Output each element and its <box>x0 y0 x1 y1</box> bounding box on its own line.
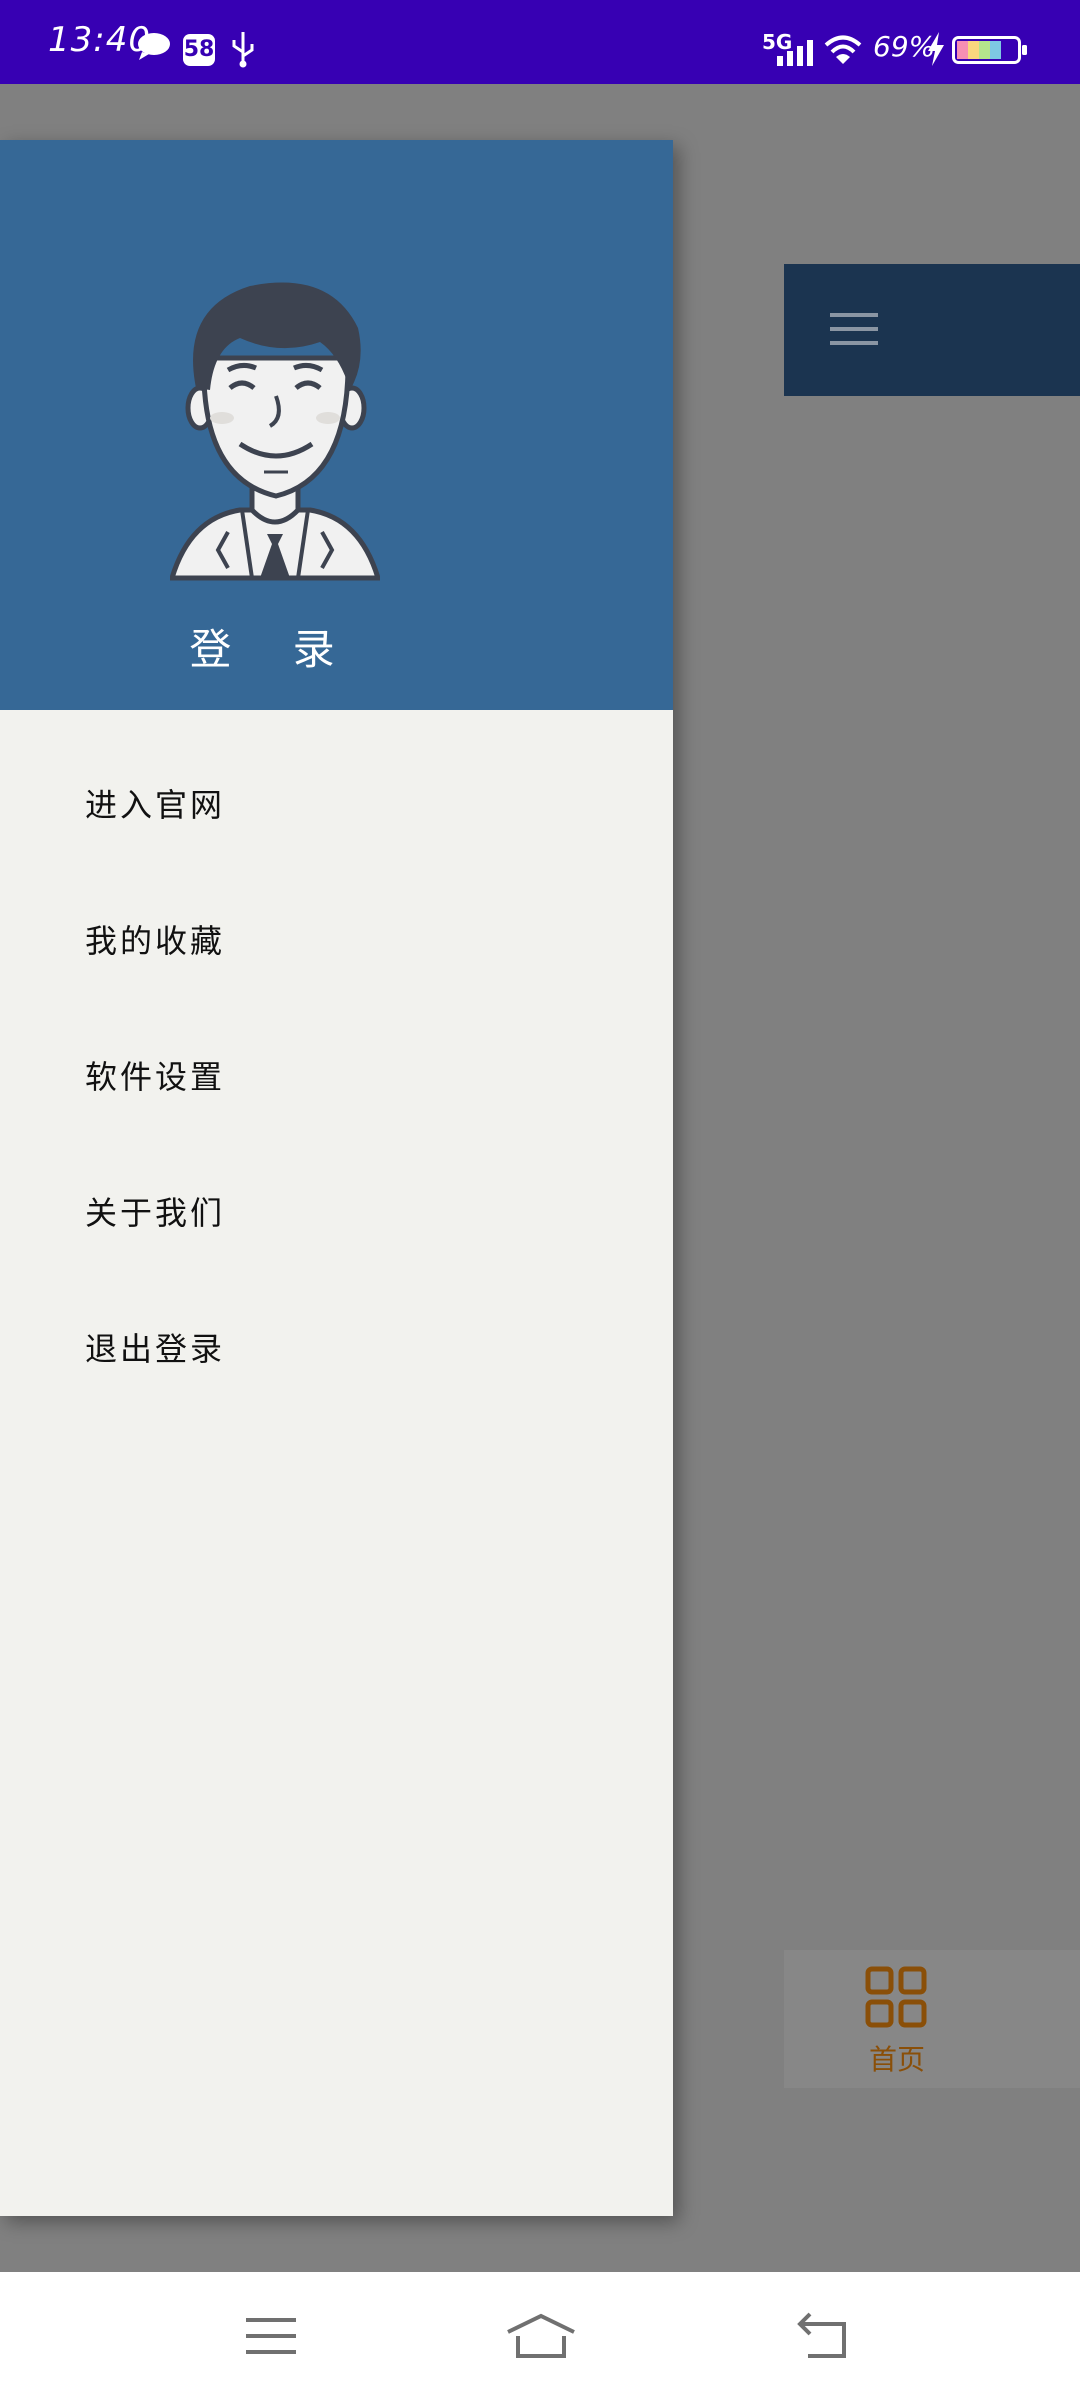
home-icon[interactable] <box>506 2312 576 2360</box>
menu-item-about-us[interactable]: 关于我们 <box>85 1188 225 1234</box>
battery-icon <box>952 36 1027 64</box>
back-icon[interactable] <box>796 2312 850 2360</box>
app-toolbar <box>784 264 1080 396</box>
navigation-drawer: 登 录 进入官网 我的收藏 软件设置 关于我们 退出登录 <box>0 140 673 2216</box>
hamburger-menu-icon[interactable] <box>830 311 880 347</box>
signal-icon <box>777 40 813 66</box>
menu-item-official-site[interactable]: 进入官网 <box>85 780 225 826</box>
chat-bubble-icon <box>138 33 170 60</box>
charging-bolt-icon <box>928 32 944 66</box>
recent-apps-menu-icon[interactable] <box>244 2312 298 2360</box>
bottom-tab-home[interactable]: 首页 <box>784 1950 1080 2088</box>
tab-label: 首页 <box>868 2043 925 2076</box>
status-bar: 13:40 58 5G 69% <box>0 0 1080 84</box>
avatar <box>170 282 380 581</box>
drawer-header[interactable]: 登 录 <box>0 140 673 710</box>
login-button[interactable]: 登 录 <box>0 616 548 677</box>
menu-item-favorites[interactable]: 我的收藏 <box>85 916 225 962</box>
system-nav-bar <box>0 2272 1080 2400</box>
status-time: 13:40 <box>48 20 151 60</box>
grid-icon <box>865 1966 927 2028</box>
menu-item-settings[interactable]: 软件设置 <box>85 1052 225 1098</box>
menu-item-logout[interactable]: 退出登录 <box>85 1324 225 1370</box>
wifi-icon <box>824 35 862 64</box>
usb-icon <box>232 32 254 68</box>
notification-badge: 58 <box>183 34 215 66</box>
